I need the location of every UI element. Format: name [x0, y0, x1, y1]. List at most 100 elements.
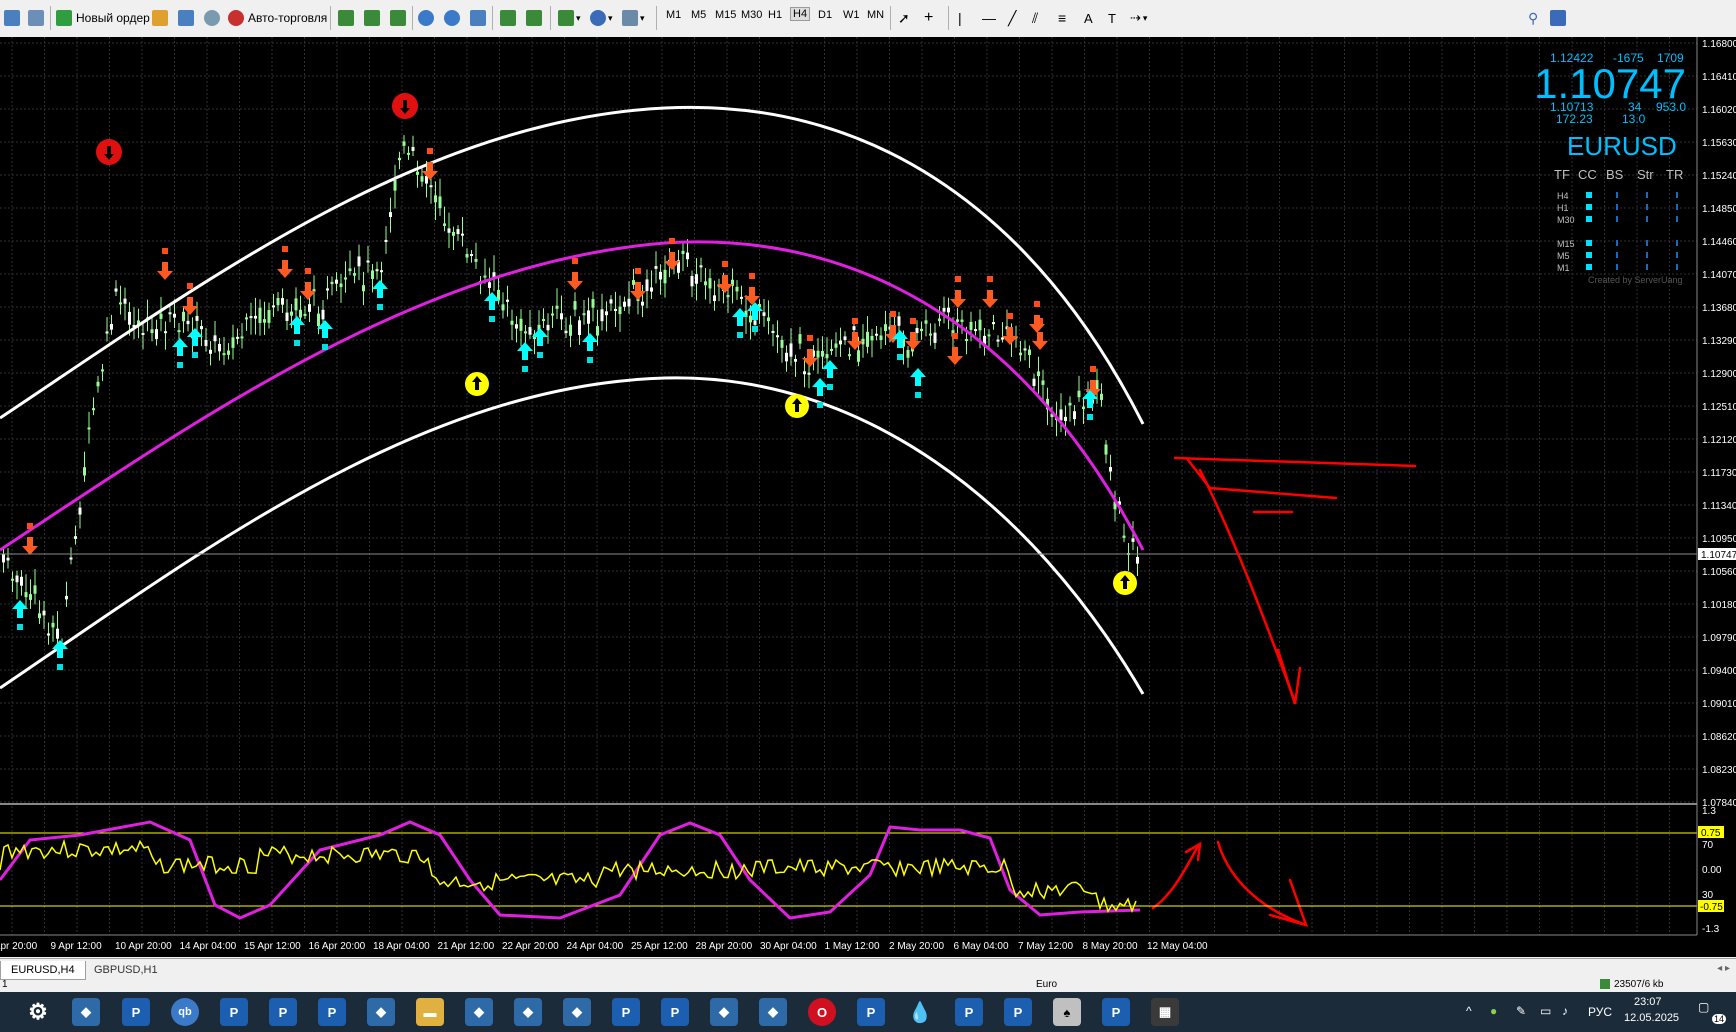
tray-pen-icon[interactable]: ✎	[1516, 1004, 1526, 1018]
drop-icon[interactable]: 💧	[906, 998, 934, 1026]
cursor-icon[interactable]: ➚	[898, 6, 910, 30]
notification-icon[interactable]: ▢	[1698, 1000, 1709, 1014]
candle-body	[290, 311, 293, 316]
label-tool-icon[interactable]: T	[1108, 6, 1116, 30]
settings-icon[interactable]: ⚙	[24, 998, 52, 1026]
text-tool-icon[interactable]: A	[1084, 6, 1093, 30]
indicators-icon[interactable]: ▾	[558, 6, 581, 30]
chat-icon[interactable]	[1550, 6, 1566, 30]
candle-body	[960, 319, 964, 322]
clock-time[interactable]: 23:07	[1634, 996, 1662, 1008]
zoom-out-icon[interactable]	[444, 6, 460, 30]
app-mt4-icon[interactable]: ◆	[465, 998, 493, 1026]
candle-body	[546, 324, 550, 331]
candle-body	[740, 296, 743, 299]
candle-body	[1028, 349, 1031, 356]
new-order-label: Новый ордер	[76, 11, 150, 25]
candle-body	[420, 176, 424, 182]
app-mt4-icon[interactable]: ◆	[563, 998, 591, 1026]
app-p-icon[interactable]: P	[220, 998, 248, 1026]
arrows-tool-icon[interactable]: ⇢ ▾	[1130, 6, 1147, 30]
app-p-icon[interactable]: P	[122, 998, 150, 1026]
chart-shift-icon[interactable]	[526, 6, 542, 30]
window-icon[interactable]	[4, 6, 20, 30]
pencil-icon[interactable]	[152, 6, 168, 30]
periods-icon[interactable]: ▾	[590, 6, 613, 30]
connection-icon[interactable]	[1600, 979, 1610, 989]
channel-icon[interactable]: ⫽	[1032, 6, 1038, 30]
app-p-icon[interactable]: P	[612, 998, 640, 1026]
app-p-icon[interactable]: P	[955, 998, 983, 1026]
tf-h4[interactable]: H4	[790, 7, 811, 21]
opera-icon[interactable]: O	[808, 998, 836, 1026]
app-mt4-icon[interactable]: ◆	[710, 998, 738, 1026]
folder-icon[interactable]: ▬	[416, 998, 444, 1026]
app-qb-icon[interactable]: qb	[171, 998, 199, 1026]
app-p-icon[interactable]: P	[1004, 998, 1032, 1026]
horizontal-line-icon[interactable]: —	[982, 6, 996, 30]
new-order-button[interactable]: Новый ордер	[56, 6, 150, 30]
app-mt4-icon[interactable]: ◆	[514, 998, 542, 1026]
tray-chevron-icon[interactable]: ^	[1466, 1004, 1472, 1018]
tf-mn[interactable]: MN	[867, 9, 884, 21]
candle-body	[762, 312, 766, 316]
language-indicator[interactable]: РУС	[1588, 1005, 1612, 1019]
app-mt4-icon[interactable]: ◆	[367, 998, 395, 1026]
candle-body	[713, 295, 716, 302]
candle-body	[569, 324, 572, 336]
candle-body	[416, 171, 419, 175]
search-icon[interactable]: ⚲	[1528, 6, 1538, 30]
price-axis-label: 1.08620	[1702, 732, 1736, 743]
app-p-icon[interactable]: P	[1102, 998, 1130, 1026]
candle-body	[627, 298, 631, 307]
line-chart-icon[interactable]	[390, 6, 406, 30]
tf-m1[interactable]: M1	[666, 9, 681, 21]
zoom-in-icon[interactable]	[418, 6, 434, 30]
crosshair-icon[interactable]: +	[924, 6, 933, 30]
price-axis-label: 1.13680	[1702, 303, 1736, 314]
candle-body	[276, 298, 280, 306]
candle-body	[1104, 444, 1108, 455]
volume-icon[interactable]: ♪	[1562, 1004, 1568, 1018]
candle-body	[465, 253, 469, 258]
tf-w1[interactable]: W1	[843, 9, 860, 21]
price-axis-label: 1.15240	[1702, 171, 1736, 182]
tf-m5[interactable]: M5	[691, 9, 706, 21]
vertical-line-icon[interactable]: |	[958, 6, 962, 30]
tf-d1[interactable]: D1	[818, 9, 832, 21]
panel-row-tf: H1	[1557, 203, 1569, 213]
fibonacci-icon[interactable]: ≡	[1058, 6, 1066, 30]
clock-date[interactable]: 12.05.2025	[1624, 1012, 1679, 1024]
tray-app-icon[interactable]: ●	[1490, 1004, 1497, 1018]
app-p-icon[interactable]: P	[318, 998, 346, 1026]
app-p-icon[interactable]: P	[269, 998, 297, 1026]
tab-scroll-icon[interactable]: ◂ ▸	[1717, 963, 1730, 974]
calculator-icon[interactable]: ▦	[1151, 998, 1179, 1026]
price-chart[interactable]: 1.16800 1.16410 1.16020 1.15630 1.15240 1.148…	[0, 37, 1736, 957]
templates-icon[interactable]: ▾	[622, 6, 645, 30]
candle-body	[830, 348, 833, 351]
candle-body	[564, 330, 568, 334]
tf-m30[interactable]: M30	[741, 9, 762, 21]
tile-icon[interactable]	[470, 6, 486, 30]
signals-icon[interactable]	[204, 6, 220, 30]
app-p-icon[interactable]: P	[857, 998, 885, 1026]
tf-h1[interactable]: H1	[768, 9, 782, 21]
bar-chart-icon[interactable]	[338, 6, 354, 30]
candles-icon[interactable]	[364, 6, 380, 30]
profile-icon[interactable]	[28, 6, 44, 30]
app-mt4-icon[interactable]: ◆	[759, 998, 787, 1026]
orders-icon[interactable]	[178, 6, 194, 30]
autotrade-button[interactable]: Авто-торговля	[228, 6, 327, 30]
tab-eurusd-h4[interactable]: EURUSD,H4	[0, 961, 86, 980]
app-p-icon[interactable]: P	[661, 998, 689, 1026]
time-axis-label: 24 Apr 04:00	[567, 941, 624, 952]
game-icon[interactable]: ♠	[1053, 998, 1081, 1026]
autoscroll-icon[interactable]	[500, 6, 516, 30]
tf-m15[interactable]: M15	[715, 9, 736, 21]
network-icon[interactable]: ▭	[1540, 1004, 1551, 1018]
tab-gbpusd-h1[interactable]: GBPUSD,H1	[84, 961, 168, 979]
candle-body	[69, 557, 73, 560]
trendline-icon[interactable]: ╱	[1008, 6, 1016, 30]
app-mt4-icon[interactable]: ◆	[72, 998, 100, 1026]
